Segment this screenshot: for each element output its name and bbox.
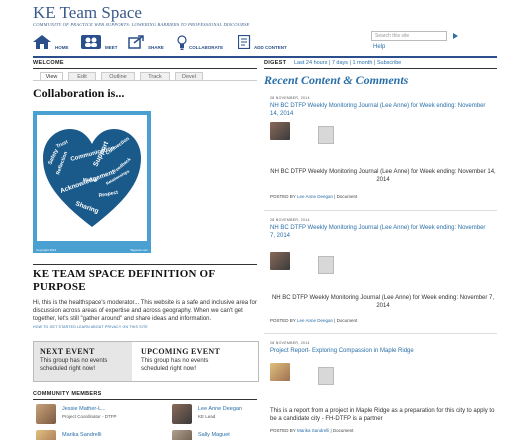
nav-share[interactable]: SHARE: [128, 35, 168, 55]
site-title[interactable]: KE Team Space: [33, 3, 142, 23]
member-name[interactable]: Marika Sandrelli: [62, 432, 101, 438]
home-icon: [33, 35, 51, 49]
nav-label: COLLABORATE: [189, 45, 224, 50]
member-role: KE Lead: [198, 414, 216, 419]
member-name[interactable]: Lee Anne Deegan: [198, 406, 242, 412]
posted-by-label: POSTED BY: [270, 318, 296, 323]
post-item: 28 NOVEMBER, 2014 NH BC DTFP Weekly Moni…: [270, 218, 496, 328]
next-event-text: This group has no events scheduled right…: [40, 358, 108, 372]
welcome-header: WELCOME: [33, 60, 64, 66]
avatar[interactable]: [172, 430, 192, 440]
post-title-link[interactable]: NH BC DTFP Weekly Monitoring Journal (Le…: [270, 224, 490, 240]
member-role: Project Coordinator - DTFP: [62, 414, 117, 419]
post-description: NH BC DTFP Weekly Monitoring Journal (Le…: [271, 295, 495, 309]
site-tagline: COMMUNITY OF PRACTICE WEB SUPPORTS: LOWE…: [33, 22, 250, 27]
post-byline: POSTED BY Lee Anne Deegan | Document: [270, 318, 357, 323]
avatar[interactable]: [270, 122, 290, 140]
document-icon[interactable]: [318, 256, 334, 274]
next-event-box: NEXT EVENT This group has no events sche…: [34, 342, 132, 381]
upcoming-event-text: This group has no events scheduled right…: [141, 358, 209, 372]
post-title-link[interactable]: NH BC DTFP Weekly Monitoring Journal (Le…: [270, 102, 490, 118]
nav-add-content[interactable]: ADD CONTENT: [238, 35, 298, 55]
search-arrow-icon[interactable]: [451, 31, 459, 41]
post-type: | Document: [330, 428, 354, 433]
post-date: 28 NOVEMBER, 2014: [270, 341, 310, 345]
document-icon[interactable]: [318, 126, 334, 144]
wordcloud-image: Trust Safety Reflection Communication Su…: [33, 111, 151, 253]
nav-home[interactable]: HOME: [33, 35, 73, 55]
section-divider: [33, 68, 257, 69]
lightbulb-icon: [177, 35, 187, 50]
post-type: | Document: [334, 318, 358, 323]
nav-meet[interactable]: MEET: [81, 35, 125, 55]
post-type: | Document: [334, 194, 358, 199]
avatar[interactable]: [270, 252, 290, 270]
post-byline: POSTED BY Marika Sandrelli | Document: [270, 428, 353, 433]
avatar[interactable]: [36, 404, 56, 424]
wordcloud-canvas: Trust Safety Reflection Communication Su…: [37, 115, 147, 241]
section-divider: [264, 68, 497, 69]
events-panel: NEXT EVENT This group has no events sche…: [33, 341, 259, 382]
nav-collaborate[interactable]: COLLABORATE: [177, 35, 229, 55]
image-caption: Copyright 2014 Tagxedo.com: [36, 248, 148, 252]
add-content-icon: [238, 35, 251, 49]
definition-body: Hi, this is the healthspace's moderator.…: [33, 300, 257, 322]
share-icon: [128, 35, 144, 49]
page-title: Collaboration is...: [33, 86, 125, 100]
author-link[interactable]: Lee Anne Deegan: [297, 318, 333, 323]
avatar[interactable]: [36, 430, 56, 440]
post-title-link[interactable]: Project Report- Exploring Compassion in …: [270, 347, 490, 355]
wordcloud-word: Mutual: [83, 177, 98, 182]
post-description: NH BC DTFP Weekly Monitoring Journal (Le…: [270, 169, 496, 183]
recent-content-title: Recent Content & Comments: [264, 73, 409, 87]
upcoming-event-title: UPCOMING EVENT: [141, 347, 221, 356]
post-item: 28 NOVEMBER, 2014 Project Report- Explor…: [270, 341, 496, 440]
section-divider: [33, 399, 257, 400]
post-item: 28 NOVEMBER, 2014 NH BC DTFP Weekly Moni…: [270, 96, 496, 206]
member-name[interactable]: Jessie Mather-L...: [62, 406, 106, 412]
definition-title: KE TEAM SPACE DEFINITION OF PURPOSE: [33, 268, 215, 293]
people-icon: [81, 35, 101, 49]
header-divider: [33, 56, 497, 58]
posted-by-label: POSTED BY: [270, 194, 296, 199]
avatar[interactable]: [270, 363, 290, 381]
post-byline: POSTED BY Lee Anne Deegan | Document: [270, 194, 357, 199]
heart-wordcloud-icon: Trust Safety Reflection Communication Su…: [43, 129, 141, 227]
post-date: 28 NOVEMBER, 2014: [270, 218, 310, 222]
post-divider: [264, 333, 497, 334]
digest-header: DIGEST: [264, 60, 287, 66]
post-description: This is a report from a project in Maple…: [270, 408, 495, 422]
help-link[interactable]: Help: [373, 44, 385, 50]
post-date: 28 NOVEMBER, 2014: [270, 96, 310, 100]
posted-by-label: POSTED BY: [270, 428, 296, 433]
next-event-title: NEXT EVENT: [40, 347, 95, 356]
document-icon[interactable]: [318, 367, 334, 385]
author-link[interactable]: Marika Sandrelli: [297, 428, 329, 433]
search-input[interactable]: Search this site: [371, 31, 447, 41]
image-credit: Tagxedo.com: [130, 248, 148, 252]
section-divider: [33, 264, 257, 265]
nav-label: ADD CONTENT: [254, 45, 287, 50]
nav-label: SHARE: [148, 45, 164, 50]
image-copyright: Copyright 2014: [36, 248, 57, 252]
member-name[interactable]: Sally Maguet: [198, 432, 230, 438]
nav-label: MEET: [105, 45, 118, 50]
nav-label: HOME: [55, 45, 69, 50]
digest-filter-links[interactable]: Last 24 hours | 7 days | 1 month | Subsc…: [294, 60, 401, 66]
members-header: COMMUNITY MEMBERS: [33, 391, 102, 397]
post-divider: [264, 210, 497, 211]
definition-links[interactable]: HOW TO GET STARTED LEARN ABOUT PRIVACY O…: [33, 325, 148, 329]
tabs-divider: [33, 80, 257, 81]
author-link[interactable]: Lee Anne Deegan: [297, 194, 333, 199]
avatar[interactable]: [172, 404, 192, 424]
